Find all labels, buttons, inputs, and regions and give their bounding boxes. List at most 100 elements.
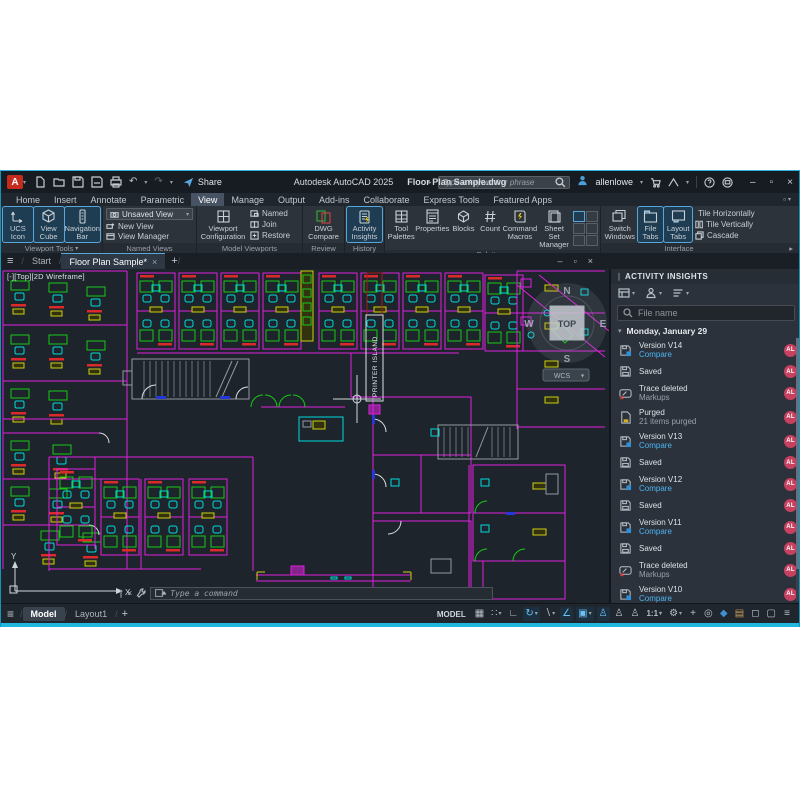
autodesk-logo-icon[interactable]: [668, 177, 679, 188]
undo-caret-icon[interactable]: ▾: [144, 179, 147, 186]
user-filter-dropdown[interactable]: ▾: [645, 287, 662, 299]
maximize-button[interactable]: ▫: [770, 177, 774, 188]
feedback-icon[interactable]: [722, 177, 733, 188]
isodraft-icon-caret[interactable]: ▾: [552, 607, 555, 621]
activity-item[interactable]: Version V12 Compare AL: [611, 472, 800, 496]
ucs-icon-button[interactable]: UCS Icon: [3, 207, 33, 242]
activity-item[interactable]: Saved AL: [611, 362, 800, 381]
scrollbar-thumb[interactable]: [796, 338, 800, 569]
activity-item[interactable]: Saved AL: [611, 539, 800, 558]
ribbon-tab-output[interactable]: Output: [271, 193, 312, 206]
date-group-header[interactable]: ▾ Monday, January 29: [611, 324, 800, 338]
scrollbar[interactable]: [796, 338, 800, 601]
isolate-objects-icon[interactable]: ◎: [702, 607, 715, 621]
count-button[interactable]: Count: [479, 207, 502, 249]
activity-item[interactable]: Version V14 Compare AL: [611, 338, 800, 362]
osnap-icon[interactable]: ▣▾: [576, 607, 593, 621]
view-cube-button[interactable]: View Cube: [34, 207, 64, 242]
undo-icon[interactable]: ↶: [129, 177, 137, 187]
activity-item[interactable]: Trace deleted Markups AL: [611, 558, 800, 582]
panel-label-review[interactable]: Review: [303, 243, 344, 253]
new-view-button[interactable]: New View: [106, 222, 193, 231]
ribbon-tab-manage[interactable]: Manage: [224, 193, 271, 206]
panel-label-interface[interactable]: Interface: [601, 243, 757, 253]
open-folder-icon[interactable]: [53, 176, 65, 188]
user-menu-caret-icon[interactable]: ▾: [640, 179, 643, 186]
tile-vertically-button[interactable]: Tile Vertically: [695, 220, 753, 229]
otrack-icon[interactable]: ∠: [560, 607, 573, 621]
tile-horizontally-button[interactable]: Tile Horizontally: [695, 209, 753, 218]
save-icon[interactable]: [72, 176, 84, 188]
ribbon-tab-insert[interactable]: Insert: [47, 193, 84, 206]
ribbon-tab-add-ins[interactable]: Add-ins: [312, 193, 357, 206]
navigation-bar-button[interactable]: Navigation Bar: [65, 207, 100, 242]
drawing-canvas[interactable]: PRINTER ISLAND N W E S TOP: [1, 269, 609, 603]
compare-link[interactable]: Compare: [639, 441, 784, 451]
panel-grip-icon[interactable]: ∥: [617, 272, 621, 281]
ribbon-tab-express-tools[interactable]: Express Tools: [417, 193, 487, 206]
ribbon-tab-parametric[interactable]: Parametric: [134, 193, 192, 206]
help-icon[interactable]: [704, 177, 715, 188]
annotation-visibility-icon[interactable]: ♙: [597, 607, 610, 621]
blocks-button[interactable]: Blocks: [449, 207, 477, 249]
file-name-search-input[interactable]: File name: [617, 305, 795, 321]
drawing-close-button[interactable]: ×: [588, 256, 593, 266]
minimize-button[interactable]: –: [750, 177, 756, 188]
command-close-icon[interactable]: ×: [127, 588, 132, 598]
autodesk-caret-icon[interactable]: ▾: [686, 179, 689, 186]
restore-viewport-button[interactable]: Restore: [250, 231, 290, 240]
grid-icon[interactable]: ▦: [473, 607, 486, 621]
collapse-icon[interactable]: ▾: [618, 327, 622, 335]
tool-palettes-button[interactable]: Tool Palettes: [387, 207, 415, 249]
activity-item[interactable]: Version V11 Compare AL: [611, 515, 800, 539]
annotation-scale-icon[interactable]: ♙: [629, 607, 642, 621]
tab-close-icon[interactable]: ×: [152, 257, 157, 267]
polar-tracking-icon[interactable]: ↻▾: [523, 607, 539, 621]
file-tabs-button[interactable]: File Tabs: [638, 207, 664, 242]
store-cart-icon[interactable]: [650, 177, 661, 188]
customize-wrench-icon[interactable]: [136, 588, 146, 598]
layout-tabs-button[interactable]: Layout Tabs: [664, 207, 692, 242]
user-avatar-icon[interactable]: [577, 173, 588, 191]
file-tab-menu-icon[interactable]: ≡: [7, 255, 13, 267]
wcs-button[interactable]: WCS ▾: [543, 369, 589, 381]
save-as-icon[interactable]: [91, 176, 103, 188]
activity-item[interactable]: Saved AL: [611, 453, 800, 472]
view-dropdown[interactable]: Unsaved View ▾: [106, 208, 193, 220]
drawing-restore-button[interactable]: ▫: [574, 256, 577, 266]
new-layout-button[interactable]: +: [122, 608, 128, 620]
panel-overflow[interactable]: ▸: [757, 243, 799, 253]
view-options-dropdown[interactable]: ▾: [618, 287, 635, 299]
app-menu-button[interactable]: A: [7, 175, 23, 189]
activity-panel-header[interactable]: ∥ ACTIVITY INSIGHTS: [611, 269, 800, 284]
activity-item[interactable]: Purged 21 items purged AL: [611, 405, 800, 429]
tab-start[interactable]: Start: [24, 253, 59, 269]
polar-tracking-icon-caret[interactable]: ▾: [535, 607, 538, 621]
search-icon[interactable]: [555, 177, 566, 188]
plot-icon[interactable]: [110, 176, 122, 188]
redo-icon[interactable]: ↷: [154, 177, 162, 187]
username[interactable]: allenlowe: [595, 177, 633, 187]
compare-link[interactable]: Compare: [639, 484, 784, 494]
sheet-set-manager-button[interactable]: Sheet Set Manager: [538, 207, 570, 249]
switch-windows-button[interactable]: Switch Windows: [603, 207, 637, 242]
scale-value-caret[interactable]: ▾: [659, 607, 662, 621]
command-grip-icon[interactable]: ∥: [119, 589, 123, 598]
activity-item[interactable]: Saved AL: [611, 496, 800, 515]
join-viewports-button[interactable]: Join: [250, 220, 290, 229]
new-file-icon[interactable]: [34, 176, 46, 188]
close-button[interactable]: ×: [787, 177, 793, 188]
activity-filter-dropdown[interactable]: ▾: [672, 287, 689, 299]
properties-button[interactable]: Properties: [416, 207, 448, 249]
panel-label-history[interactable]: History: [345, 243, 384, 253]
drawing-minimize-button[interactable]: –: [558, 256, 563, 266]
workspace-gear-icon[interactable]: ⚙▾: [667, 607, 684, 621]
panel-label-viewport-tools[interactable]: Viewport Tools▾: [1, 243, 102, 253]
view-manager-button[interactable]: View Manager: [106, 232, 193, 241]
isodraft-icon[interactable]: ∖▾: [543, 607, 557, 621]
activity-item[interactable]: Version V13 Compare AL: [611, 429, 800, 453]
qat-customize-caret-icon[interactable]: ▾: [170, 179, 173, 186]
viewport-controls-label[interactable]: [-][Top][2D Wireframe]: [7, 272, 85, 281]
fullscreen-icon[interactable]: ▢: [765, 607, 778, 621]
tab-model[interactable]: Model: [23, 607, 65, 621]
